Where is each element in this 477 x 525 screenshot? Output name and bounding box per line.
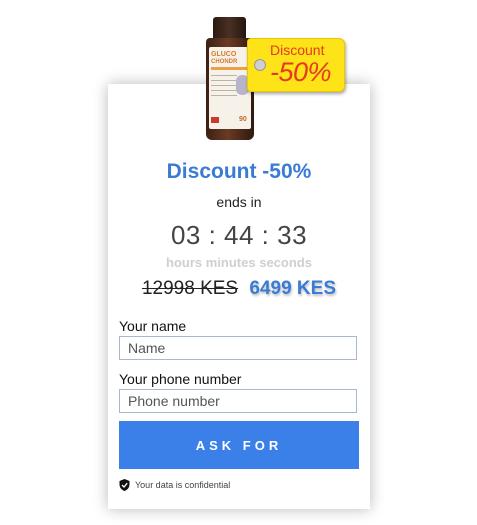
- offer-title: Discount -50%: [166, 160, 312, 183]
- countdown-timer: 03 : 44 : 33: [170, 220, 308, 250]
- bottle-count-text: 90: [239, 116, 247, 123]
- ask-for-button[interactable]: ASK FOR: [119, 421, 359, 469]
- old-price: 12998 KES: [141, 278, 239, 299]
- countdown-units: hours minutes seconds: [166, 255, 312, 270]
- name-input[interactable]: [119, 336, 357, 360]
- price-row: 12998 KES 6499 KES: [108, 278, 370, 300]
- bottle-sub-text: CHONDR: [211, 59, 238, 65]
- phone-field-label: Your phone number: [119, 371, 242, 387]
- phone-input[interactable]: [119, 389, 357, 413]
- tag-line1: Discount: [270, 42, 325, 58]
- ends-in-label: ends in: [216, 194, 262, 210]
- bottle-brand-text: GLUCO: [211, 51, 237, 58]
- name-field-label: Your name: [119, 318, 187, 334]
- confidential-note: Your data is confidential: [119, 479, 230, 491]
- tag-hole-icon: [254, 59, 266, 71]
- discount-tag: Discount -50%: [247, 38, 345, 92]
- tag-line2: -50%: [270, 57, 332, 87]
- confidential-text: Your data is confidential: [135, 480, 231, 490]
- new-price: 6499 KES: [249, 278, 337, 299]
- shield-icon: [119, 479, 130, 491]
